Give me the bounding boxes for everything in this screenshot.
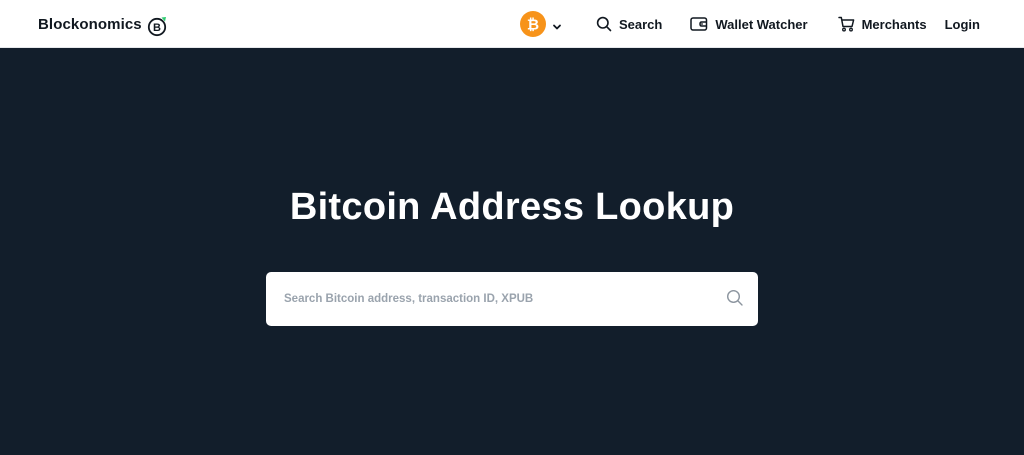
login-label: Login [944,16,980,32]
nav-wallet-watcher-link[interactable]: Wallet Watcher [690,16,808,32]
cart-icon [837,16,854,32]
svg-text:₿: ₿ [527,16,539,34]
nav-wallet-watcher-label: Wallet Watcher [715,16,808,32]
page-title: Bitcoin Address Lookup [289,186,735,228]
search-submit-button[interactable] [726,289,746,309]
logo-link[interactable]: Blockonomics B [38,14,167,37]
search-input[interactable] [284,272,704,326]
nav-search-label: Search [618,16,663,32]
nav-search-link[interactable]: Search [596,16,662,32]
svg-text:B: B [153,22,161,34]
search-icon [726,289,743,306]
search-icon [596,16,612,32]
search-box [266,272,758,326]
nav-merchants-label: Merchants [861,16,927,32]
logo-text: Blockonomics [38,15,142,33]
hero-section: Bitcoin Address Lookup [0,48,1024,455]
logo-b-icon: B [147,15,167,37]
top-navbar: Blockonomics B ₿ Search Wallet Watcher M… [0,0,1024,48]
chevron-down-icon [552,19,562,30]
coin-selector[interactable]: ₿ [519,11,562,37]
login-link[interactable]: Login [945,17,980,32]
bitcoin-icon: ₿ [519,11,546,37]
main-nav: ₿ Search Wallet Watcher Merchants Login [519,0,980,48]
wallet-icon [690,17,708,31]
nav-merchants-link[interactable]: Merchants [837,16,927,32]
